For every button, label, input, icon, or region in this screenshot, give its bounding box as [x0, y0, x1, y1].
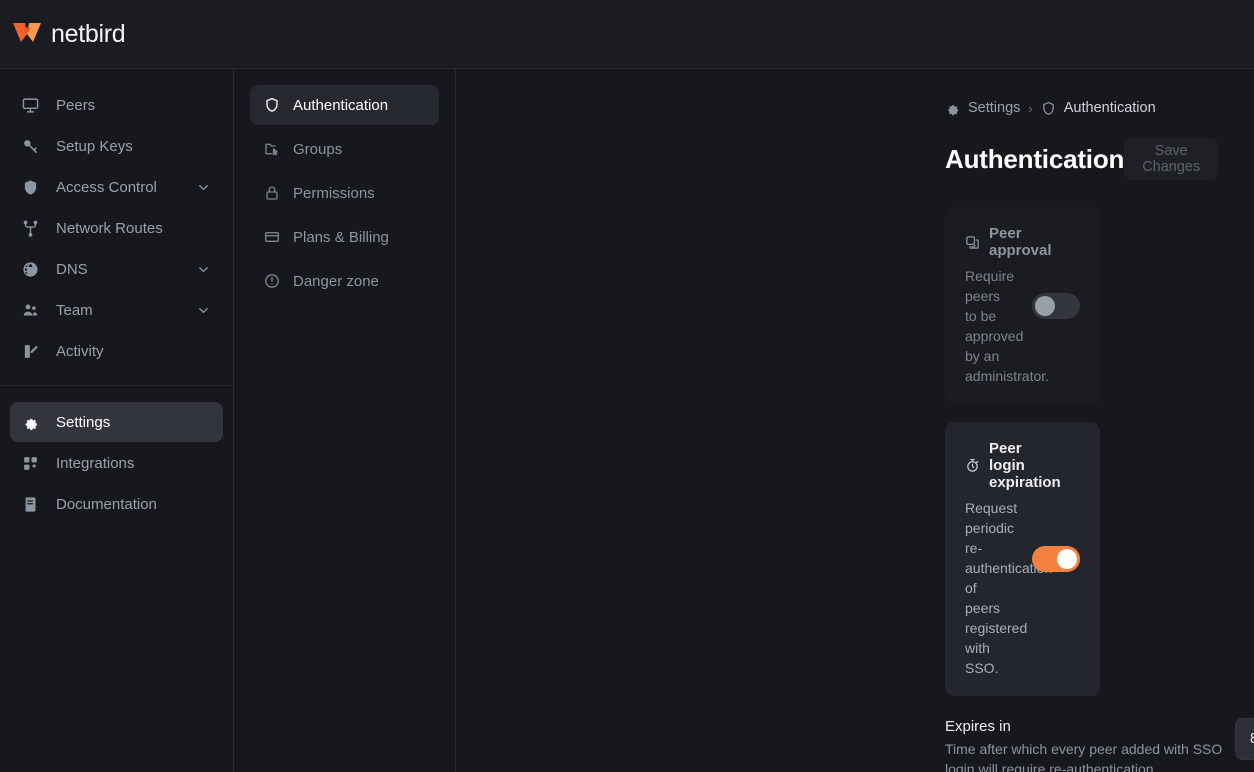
sidebar-label: Settings	[56, 414, 110, 431]
subnav-label: Plans & Billing	[293, 229, 389, 246]
chevron-down-icon[interactable]	[196, 180, 211, 195]
sidebar-label: Integrations	[56, 455, 134, 472]
peer-approval-title: Peer approval	[989, 225, 1052, 259]
sidebar-secondary-group: Settings Integrations Documentation	[0, 402, 233, 524]
sidebar-item-activity[interactable]: Activity	[10, 331, 223, 371]
sidebar-item-setup-keys[interactable]: Setup Keys	[10, 126, 223, 166]
alert-circle-icon	[264, 273, 282, 289]
sidebar-label: DNS	[56, 261, 88, 278]
expires-in-label-group: Expires in Time after which every peer a…	[945, 718, 1235, 772]
sidebar-divider	[0, 385, 233, 386]
sidebar-item-settings[interactable]: Settings	[10, 402, 223, 442]
sidebar-item-access-control[interactable]: Access Control	[10, 167, 223, 207]
peer-approval-icon	[965, 235, 980, 250]
subnav-label: Permissions	[293, 185, 375, 202]
users-icon	[22, 302, 44, 319]
breadcrumb-settings[interactable]: Settings	[968, 100, 1020, 116]
stopwatch-icon	[965, 458, 980, 473]
subnav-item-permissions[interactable]: Permissions	[250, 173, 439, 213]
folder-cursor-icon	[264, 141, 282, 157]
gear-icon	[945, 101, 960, 116]
sidebar-item-dns[interactable]: DNS	[10, 249, 223, 289]
brand-logo[interactable]: netbird	[12, 20, 125, 49]
peer-approval-body: Peer approval Require peers to be approv…	[965, 225, 1014, 386]
body-layout: Peers Setup Keys Access Control	[0, 69, 1254, 772]
expires-in-description: Time after which every peer added with S…	[945, 739, 1235, 772]
breadcrumb-separator: ›	[1028, 101, 1032, 116]
key-icon	[22, 138, 44, 155]
sidebar-label: Setup Keys	[56, 138, 133, 155]
top-bar: netbird	[0, 0, 1254, 69]
subnav-label: Authentication	[293, 97, 388, 114]
monitor-icon	[22, 97, 44, 114]
globe-icon	[22, 261, 44, 278]
settings-subnav: Authentication Groups Permissions Plans …	[234, 69, 456, 772]
subnav-item-danger-zone[interactable]: Danger zone	[250, 261, 439, 301]
auth-settings-section: Peer approval Require peers to be approv…	[456, 180, 1254, 772]
chevron-down-icon[interactable]	[196, 303, 211, 318]
peer-login-expiration-card: Peer login expiration Request periodic r…	[945, 422, 1100, 696]
toggle-knob	[1035, 296, 1055, 316]
sidebar-label: Peers	[56, 97, 95, 114]
peer-approval-description: Require peers to be approved by an admin…	[965, 266, 1014, 386]
toggle-knob	[1057, 549, 1077, 569]
brand-name: netbird	[51, 20, 125, 49]
peer-login-expiration-description: Request periodic re-authentication of pe…	[965, 498, 1014, 678]
app-root: netbird Peers Setup Keys	[0, 0, 1254, 772]
breadcrumb: Settings › Authentication	[456, 69, 1254, 116]
expires-in-row: Expires in Time after which every peer a…	[945, 696, 1100, 772]
sidebar: Peers Setup Keys Access Control	[0, 69, 234, 772]
activity-pencil-icon	[22, 343, 44, 360]
breadcrumb-current: Authentication	[1064, 100, 1156, 116]
subnav-label: Danger zone	[293, 273, 379, 290]
peer-login-expiration-head: Peer login expiration	[965, 440, 1014, 491]
page-header: Authentication Save Changes	[456, 116, 1254, 180]
peer-login-expiration-title: Peer login expiration	[989, 440, 1061, 491]
shield-icon	[1041, 101, 1056, 116]
network-icon	[22, 220, 44, 237]
sidebar-item-documentation[interactable]: Documentation	[10, 484, 223, 524]
credit-card-icon	[264, 229, 282, 245]
grid-plus-icon	[22, 455, 44, 472]
peer-login-expiration-body: Peer login expiration Request periodic r…	[965, 440, 1014, 678]
shield-icon	[264, 97, 282, 113]
main-content: Settings › Authentication Authentication…	[456, 69, 1254, 772]
sidebar-label: Documentation	[56, 496, 157, 513]
peer-approval-head: Peer approval	[965, 225, 1014, 259]
chevron-down-icon[interactable]	[196, 262, 211, 277]
sidebar-primary-group: Peers Setup Keys Access Control	[0, 85, 233, 371]
gear-icon	[22, 414, 44, 431]
expires-in-value-input[interactable]	[1235, 718, 1254, 760]
sidebar-label: Activity	[56, 343, 104, 360]
sidebar-label: Access Control	[56, 179, 157, 196]
expires-in-title: Expires in	[945, 718, 1235, 735]
subnav-item-authentication[interactable]: Authentication	[250, 85, 439, 125]
sidebar-item-peers[interactable]: Peers	[10, 85, 223, 125]
page-title: Authentication	[945, 144, 1124, 175]
shield-icon	[22, 179, 44, 196]
sidebar-item-integrations[interactable]: Integrations	[10, 443, 223, 483]
sidebar-label: Team	[56, 302, 93, 319]
peer-approval-card: Peer approval Require peers to be approv…	[945, 207, 1100, 404]
book-icon	[22, 496, 44, 513]
peer-approval-toggle[interactable]	[1032, 293, 1080, 319]
sidebar-item-team[interactable]: Team	[10, 290, 223, 330]
sidebar-item-network-routes[interactable]: Network Routes	[10, 208, 223, 248]
sidebar-label: Network Routes	[56, 220, 163, 237]
subnav-item-groups[interactable]: Groups	[250, 129, 439, 169]
lock-icon	[264, 185, 282, 201]
peer-login-expiration-toggle[interactable]	[1032, 546, 1080, 572]
subnav-label: Groups	[293, 141, 342, 158]
netbird-logo-icon	[12, 21, 42, 47]
subnav-item-plans-billing[interactable]: Plans & Billing	[250, 217, 439, 257]
save-changes-button[interactable]: Save Changes	[1124, 138, 1218, 180]
